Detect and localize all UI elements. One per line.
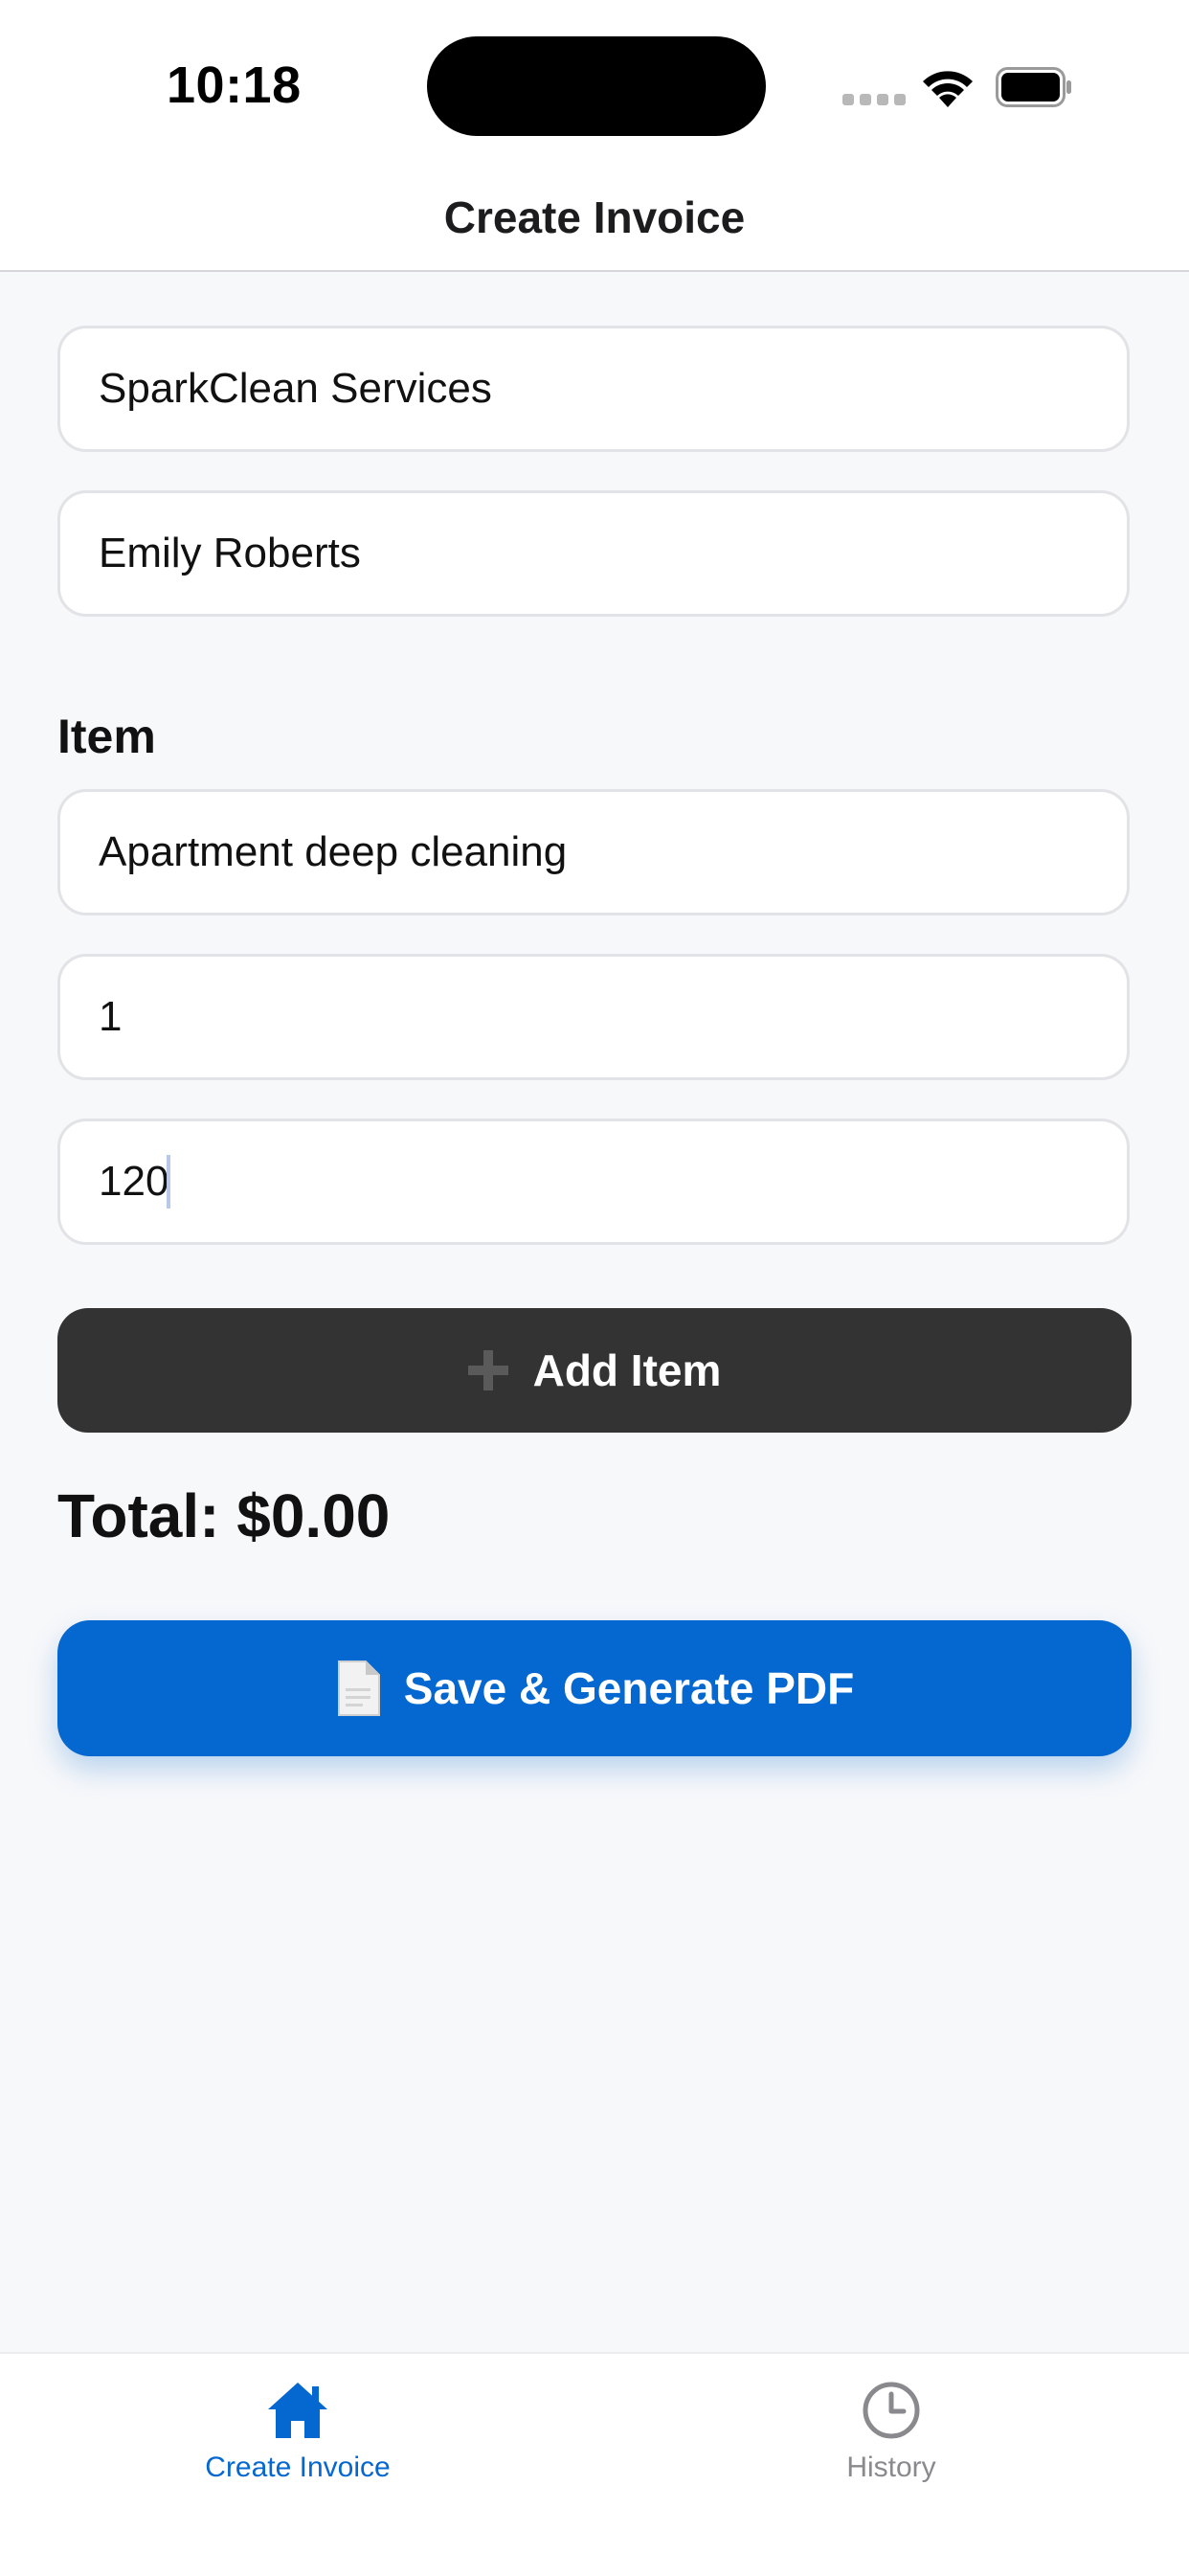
home-icon	[268, 2383, 327, 2438]
item-section-label: Item	[57, 710, 156, 763]
tab-bar: Create Invoice History	[0, 2352, 1189, 2576]
item-description-input[interactable]	[57, 789, 1130, 915]
tab-history[interactable]: History	[700, 2377, 1083, 2501]
item-price-input[interactable]	[57, 1119, 1130, 1245]
battery-icon	[996, 67, 1071, 107]
save-generate-pdf-label: Save & Generate PDF	[403, 1663, 855, 1713]
add-item-label: Add Item	[532, 1345, 722, 1395]
document-icon	[337, 1661, 380, 1716]
tab-create-invoice-label: Create Invoice	[205, 2452, 391, 2483]
status-time: 10:18	[167, 56, 302, 114]
text-caret	[167, 1155, 170, 1209]
client-name-input[interactable]	[57, 490, 1130, 617]
status-bar: 10:18	[0, 0, 1189, 163]
cellular-signal-icon	[842, 94, 906, 105]
invoice-total: Total: $0.00	[57, 1481, 391, 1550]
tab-create-invoice[interactable]: Create Invoice	[106, 2377, 489, 2501]
item-price-field	[57, 1119, 1130, 1245]
save-generate-pdf-button[interactable]: Save & Generate PDF	[57, 1620, 1132, 1756]
item-quantity-input[interactable]	[57, 954, 1130, 1080]
page-title: Create Invoice	[443, 192, 746, 242]
dynamic-island	[427, 36, 766, 136]
business-name-input[interactable]	[57, 326, 1130, 452]
add-item-button[interactable]: Add Item	[57, 1308, 1132, 1433]
navigation-bar: Create Invoice	[0, 163, 1189, 272]
clock-icon	[863, 2382, 920, 2439]
wifi-icon	[923, 71, 973, 107]
invoice-form: Item Add Item Total: $0.00 Save & Genera…	[0, 272, 1189, 2352]
plus-icon	[467, 1350, 508, 1390]
tab-history-label: History	[846, 2452, 936, 2483]
